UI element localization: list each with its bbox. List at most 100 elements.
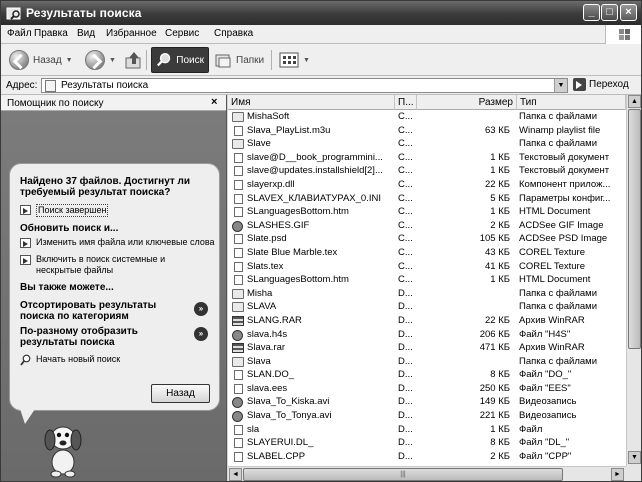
file-folder: D... [398, 410, 413, 422]
change-filename-link[interactable]: Изменить имя файла или ключевые слова [20, 237, 215, 248]
file-size: 43 КБ [485, 246, 510, 258]
file-row[interactable]: SLAVEX_КЛАВИАТУРАХ_0.INI C... 5 КБ Параметр… [228, 192, 626, 206]
address-input[interactable]: Результаты поиска ▼ [41, 78, 568, 93]
file-row[interactable]: slave@D__book_programmini... C... 1 КБ Текс… [228, 151, 626, 165]
file-row[interactable]: Misha D... Папка с файлами [228, 287, 626, 301]
file-row[interactable]: slayerxp.dll C... 22 КБ Компонент прилож... [228, 178, 626, 192]
column-size[interactable]: Размер [417, 95, 517, 110]
menu-help[interactable]: Справка [214, 28, 253, 39]
forward-button[interactable]: ▼ [81, 47, 120, 73]
minimize-button[interactable]: _ [583, 4, 600, 21]
size-grip[interactable] [626, 466, 641, 481]
menu-file[interactable]: Файл [7, 28, 32, 39]
vertical-scroll-thumb[interactable] [628, 109, 641, 349]
forward-arrow-icon [85, 50, 105, 70]
up-folder-icon [125, 52, 141, 69]
file-row[interactable]: sla D... 1 КБ Файл [228, 423, 626, 437]
search-results-icon [6, 7, 21, 20]
maximize-button[interactable]: □ [601, 4, 618, 21]
file-folder: C... [398, 233, 413, 245]
file-row[interactable]: slava.h4s D... 206 КБ Файл "H4S" [228, 328, 626, 342]
menu-view[interactable]: Вид [77, 28, 95, 39]
search-companion-header: Помощник по поиску × [1, 95, 226, 111]
file-row[interactable]: SLAYERUI.DL_ D... 8 КБ Файл "DL_" [228, 436, 626, 450]
file-row[interactable]: SLAVA D... Папка с файлами [228, 300, 626, 314]
file-row[interactable]: Slave C... Папка с файлами [228, 137, 626, 151]
folder-icon [232, 302, 244, 313]
column-type[interactable]: Тип [517, 95, 626, 110]
file-name: Slave [247, 138, 271, 150]
up-folder-button[interactable] [121, 47, 147, 73]
include-system-files-link[interactable]: Включить в поиск системные и нескрытые ф… [20, 254, 190, 276]
new-search-label: Начать новый поиск [36, 354, 121, 364]
file-row[interactable]: SLanguagesBottom.htm C... 1 КБ HTML Documen… [228, 205, 626, 219]
expand-chevron-icon[interactable]: » [194, 302, 208, 316]
file-row[interactable]: SLanguagesBottom.htm C... 1 КБ HTML Documen… [228, 273, 626, 287]
file-row[interactable]: Slava D... Папка с файлами [228, 355, 626, 369]
file-size: 1 КБ [490, 206, 510, 218]
menu-favorites[interactable]: Избранное [106, 28, 157, 39]
file-row[interactable]: SLAN.DO_ D... 8 КБ Файл "DO_" [228, 368, 626, 382]
address-bar: Адрес: Результаты поиска ▼ Переход [1, 76, 641, 95]
file-row[interactable]: Slava_PlayList.m3u C... 63 КБ Winamp playli… [228, 124, 626, 138]
file-type: COREL Texture [519, 260, 585, 272]
file-row[interactable]: Slats.tex C... 41 КБ COREL Texture [228, 260, 626, 274]
search-done-link[interactable]: Поиск завершен [20, 204, 109, 217]
file-row[interactable]: SLABEL.CPP D... 2 КБ Файл "CPP" [228, 450, 626, 464]
assistant-back-button[interactable]: Назад [151, 384, 210, 403]
address-dropdown-icon[interactable]: ▼ [554, 79, 567, 92]
close-button[interactable]: × [620, 4, 637, 21]
change-filename-label: Изменить имя файла или ключевые слова [36, 237, 215, 247]
go-button[interactable]: Переход [573, 78, 629, 91]
scroll-left-icon[interactable]: ◄ [229, 468, 242, 481]
folders-button[interactable]: Папки [210, 47, 268, 73]
alternate-view-link[interactable]: По-разному отобразить результаты поиска [20, 326, 192, 348]
scroll-up-icon[interactable]: ▲ [628, 95, 641, 108]
back-button[interactable]: Назад ▼ [5, 47, 77, 73]
file-row[interactable]: Slava_To_Tonya.avi D... 221 КБ Видеозапись [228, 409, 626, 423]
column-folder[interactable]: П... [395, 95, 417, 110]
new-search-link[interactable]: Начать новый поиск [20, 354, 120, 366]
sort-by-category-link[interactable]: Отсортировать результаты поиска по катег… [20, 300, 192, 322]
file-row[interactable]: SLASHES.GIF C... 2 КБ ACDSee GIF Image [228, 219, 626, 233]
file-row[interactable]: slave@updates.installshield[2]... C... 1 К… [228, 164, 626, 178]
file-folder: C... [398, 124, 413, 136]
media-icon [232, 220, 243, 232]
back-arrow-icon [9, 50, 29, 70]
folders-icon [215, 54, 231, 68]
file-row[interactable]: Slate.psd C... 105 КБ ACDSee PSD Image [228, 232, 626, 246]
horizontal-scroll-thumb[interactable]: ||| [243, 468, 563, 481]
pane-close-icon[interactable]: × [211, 96, 217, 108]
expand-chevron-icon[interactable]: » [194, 327, 208, 341]
file-row[interactable]: Slate Blue Marble.tex C... 43 КБ COREL Text… [228, 246, 626, 260]
file-type: ACDSee GIF Image [519, 219, 604, 231]
scroll-right-icon[interactable]: ► [611, 468, 624, 481]
file-row[interactable]: Slava.rar D... 471 КБ Архив WinRAR [228, 341, 626, 355]
file-folder: D... [398, 437, 413, 449]
file-size: 221 КБ [479, 410, 510, 422]
file-row[interactable]: SLANG.RAR D... 22 КБ Архив WinRAR [228, 314, 626, 328]
file-row[interactable]: slava.ees D... 250 КБ Файл "EES" [228, 382, 626, 396]
views-dropdown-icon[interactable]: ▼ [303, 57, 310, 64]
file-size: 471 КБ [479, 342, 510, 354]
vertical-scrollbar[interactable]: ▲ ▼ [626, 95, 641, 466]
menu-tools[interactable]: Сервис [165, 28, 199, 39]
file-name: SLAYERUI.DL_ [247, 437, 314, 449]
file-name: slava.h4s [247, 328, 288, 340]
search-button[interactable]: Поиск [151, 47, 209, 73]
file-folder: C... [398, 246, 413, 258]
file-type: Видеозапись [519, 410, 577, 422]
search-done-label: Поиск завершен [36, 204, 109, 217]
menu-edit[interactable]: Правка [34, 28, 68, 39]
folder-icon [232, 112, 244, 122]
scroll-down-icon[interactable]: ▼ [628, 451, 641, 464]
column-name[interactable]: Имя [228, 95, 395, 110]
file-icon [234, 383, 243, 394]
file-row[interactable]: MishaSoft C... Папка с файлами [228, 110, 626, 124]
forward-dropdown-icon[interactable]: ▼ [109, 57, 116, 64]
file-folder: C... [398, 274, 413, 286]
back-dropdown-icon[interactable]: ▼ [66, 57, 73, 64]
file-row[interactable]: Slava_To_Kiska.avi D... 149 КБ Видеозапись [228, 395, 626, 409]
views-button[interactable]: ▼ [275, 47, 314, 73]
horizontal-scrollbar[interactable]: ◄ ||| ► [228, 466, 626, 481]
